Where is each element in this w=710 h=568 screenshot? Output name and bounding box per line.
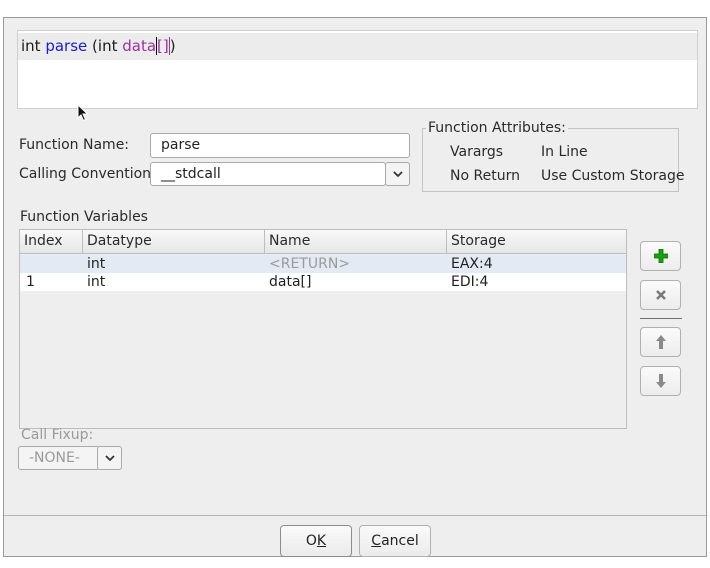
move-down-button[interactable] (640, 366, 681, 396)
function-name-field[interactable]: parse (150, 133, 410, 158)
in-line-option[interactable]: In Line (541, 144, 588, 160)
cell-datatype[interactable]: int (83, 273, 105, 291)
call-fixup-dropdown-button[interactable] (97, 446, 122, 470)
signature-param-suffix: [] (156, 37, 170, 55)
plus-icon (653, 249, 668, 263)
column-header-datatype[interactable]: Datatype (82, 230, 264, 254)
chevron-down-icon (392, 170, 403, 177)
add-variable-button[interactable] (640, 241, 681, 271)
column-header-name[interactable]: Name (264, 230, 446, 254)
remove-variable-button[interactable] (640, 280, 681, 310)
signature-line[interactable]: int parse (int data[]) (18, 33, 697, 60)
signature-open-paren: ( (87, 37, 98, 55)
calling-convention-dropdown-button[interactable] (385, 162, 410, 186)
call-fixup-combo[interactable]: -NONE- (18, 446, 100, 470)
cell-index: 1 (26, 274, 35, 290)
function-editor-dialog: int parse (int data[]) Function Name: pa… (3, 17, 707, 557)
ok-button-mnemonic: K (316, 533, 327, 549)
signature-editor[interactable]: int parse (int data[]) (17, 30, 698, 109)
cell-datatype[interactable]: int (83, 255, 105, 273)
table-row[interactable]: 1 int data[] EDI:4 (20, 273, 626, 291)
function-attributes-title: Function Attributes: (426, 120, 568, 136)
use-custom-storage-option[interactable]: Use Custom Storage (541, 168, 684, 184)
arrow-up-icon (655, 335, 666, 349)
signature-return-type: int (21, 37, 41, 55)
cell-name[interactable]: data[] (265, 273, 311, 291)
arrow-down-icon (655, 374, 666, 388)
table-row[interactable]: int <RETURN> EAX:4 (20, 255, 626, 273)
call-fixup-label: Call Fixup: (21, 427, 94, 443)
signature-close-paren: ) (169, 37, 176, 55)
function-name-label: Function Name: (19, 137, 130, 153)
varargs-option[interactable]: Varargs (450, 144, 503, 160)
function-variables-table[interactable]: Index Datatype Name Storage int <RETURN>… (19, 229, 627, 429)
ok-button[interactable]: OK (280, 525, 352, 557)
move-up-button[interactable] (640, 327, 681, 357)
table-header: Index Datatype Name Storage (20, 230, 626, 254)
no-return-option[interactable]: No Return (450, 168, 520, 184)
ok-button-label-start: O (305, 533, 317, 549)
signature-function-name: parse (45, 37, 88, 55)
x-icon (655, 290, 666, 300)
calling-convention-combo[interactable]: __stdcall (150, 162, 386, 186)
cancel-button-mnemonic: C (371, 533, 382, 549)
cancel-button-label-rest: ancel (381, 533, 419, 549)
cell-storage[interactable]: EDI:4 (447, 273, 488, 291)
function-variables-label: Function Variables (20, 209, 148, 225)
cancel-button[interactable]: Cancel (359, 525, 431, 557)
column-header-storage[interactable]: Storage (446, 230, 627, 254)
signature-param-name: data (122, 37, 157, 55)
cell-storage[interactable]: EAX:4 (447, 255, 493, 273)
function-attributes-group: Function Attributes: Varargs In Line No … (422, 120, 684, 192)
chevron-down-icon (104, 454, 115, 461)
mouse-pointer-icon (77, 104, 89, 122)
column-header-index[interactable]: Index (20, 230, 82, 254)
side-button-divider (640, 318, 682, 319)
signature-param-type: int (97, 37, 118, 55)
button-bar-divider (4, 515, 706, 516)
cell-name: <RETURN> (269, 256, 351, 272)
calling-convention-label: Calling Convention (19, 166, 152, 182)
